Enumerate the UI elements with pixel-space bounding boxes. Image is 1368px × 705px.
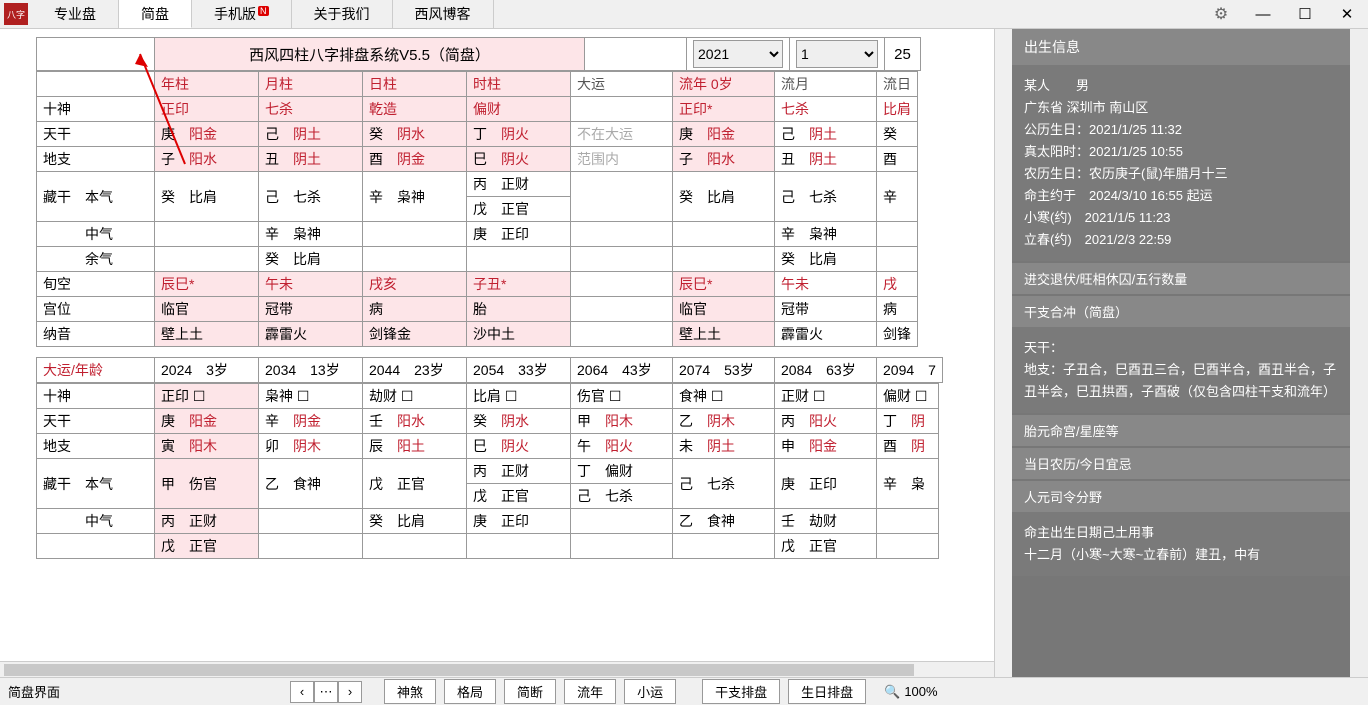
main-tabs: 专业盘 简盘 手机版N 关于我们 西风博客 <box>32 0 494 28</box>
tab-mobile[interactable]: 手机版N <box>192 0 292 28</box>
tab-blog[interactable]: 西风博客 <box>393 0 494 28</box>
side-renyuan: 命主出生日期己土用事 十二月（小寒~大寒~立春前）建丑，中有 <box>1012 512 1350 576</box>
tab-simple[interactable]: 简盘 <box>119 0 192 28</box>
titlebar: 八字 专业盘 简盘 手机版N 关于我们 西风博客 ⚙ — ☐ ✕ <box>0 0 1368 29</box>
btn-shengri-paipan[interactable]: 生日排盘 <box>788 679 866 704</box>
minimize-button[interactable]: — <box>1242 0 1284 28</box>
app-title: 西风四柱八字排盘系统V5.5（简盘） <box>155 38 585 71</box>
side-ganzhi: 天干： 地支：子丑合，巳酉丑三合，巳酉半合，酉丑半合，子丑半会，巳丑拱酉，子酉破… <box>1012 327 1350 413</box>
btn-jianduan[interactable]: 简断 <box>504 679 556 704</box>
settings-icon[interactable]: ⚙ <box>1200 0 1242 28</box>
dayun-detail-table: 十神 正印 ☐ 枭神 ☐ 劫财 ☐ 比肩 ☐ 伤官 ☐ 食神 ☐ 正财 ☐ 偏财… <box>36 383 939 559</box>
tab-about[interactable]: 关于我们 <box>292 0 393 28</box>
side-h5[interactable]: 当日农历/今日宜忌 <box>1012 448 1350 479</box>
app-logo: 八字 <box>4 3 28 25</box>
side-h1: 出生信息 <box>1012 29 1350 65</box>
month-select[interactable]: 1 <box>796 40 878 68</box>
side-birth-info: 某人 男 广东省 深圳市 南山区 公历生日：2021/1/25 11:32 真太… <box>1012 65 1350 261</box>
btn-shensha[interactable]: 神煞 <box>384 679 436 704</box>
nav-next[interactable]: › <box>338 681 362 703</box>
window-controls: ⚙ — ☐ ✕ <box>1200 0 1368 28</box>
h-scrollbar[interactable] <box>0 661 994 677</box>
day-value: 25 <box>885 38 921 71</box>
btn-geju[interactable]: 格局 <box>444 679 496 704</box>
nav-prev[interactable]: ‹ <box>290 681 314 703</box>
v-scrollbar[interactable] <box>994 29 1012 677</box>
sidebar-scroll[interactable] <box>1350 29 1368 677</box>
side-h4[interactable]: 胎元命宫/星座等 <box>1012 415 1350 446</box>
info-sidebar: 出生信息 某人 男 广东省 深圳市 南山区 公历生日：2021/1/25 11:… <box>1012 29 1350 677</box>
year-select[interactable]: 2021 <box>693 40 783 68</box>
status-bar: 简盘界面 ‹ ⋯ › 神煞 格局 简断 流年 小运 干支排盘 生日排盘 🔍 10… <box>0 677 1368 705</box>
btn-liunian[interactable]: 流年 <box>564 679 616 704</box>
new-badge: N <box>258 6 269 16</box>
close-button[interactable]: ✕ <box>1326 0 1368 28</box>
main-content: 西风四柱八字排盘系统V5.5（简盘） 2021 1 25 年柱 月柱 日柱 时柱… <box>0 29 994 677</box>
side-h2[interactable]: 进交退伏/旺相休囚/五行数量 <box>1012 263 1350 294</box>
btn-ganzhi-paipan[interactable]: 干支排盘 <box>702 679 780 704</box>
pillars-table: 年柱 月柱 日柱 时柱 大运 流年 0岁 流月 流日 十神 正印七杀乾造偏财 正… <box>36 71 918 347</box>
dayun-table: 大运/年龄 2024 3岁2034 13岁 2044 23岁2054 33岁 2… <box>36 357 943 383</box>
status-text: 简盘界面 <box>8 682 60 701</box>
nav-menu[interactable]: ⋯ <box>314 681 338 703</box>
zoom-control[interactable]: 🔍 100% <box>884 684 937 700</box>
btn-xiaoyun[interactable]: 小运 <box>624 679 676 704</box>
tab-pro[interactable]: 专业盘 <box>32 0 119 28</box>
maximize-button[interactable]: ☐ <box>1284 0 1326 28</box>
side-h6[interactable]: 人元司令分野 <box>1012 481 1350 512</box>
side-h3[interactable]: 干支合冲（简盘） <box>1012 296 1350 327</box>
